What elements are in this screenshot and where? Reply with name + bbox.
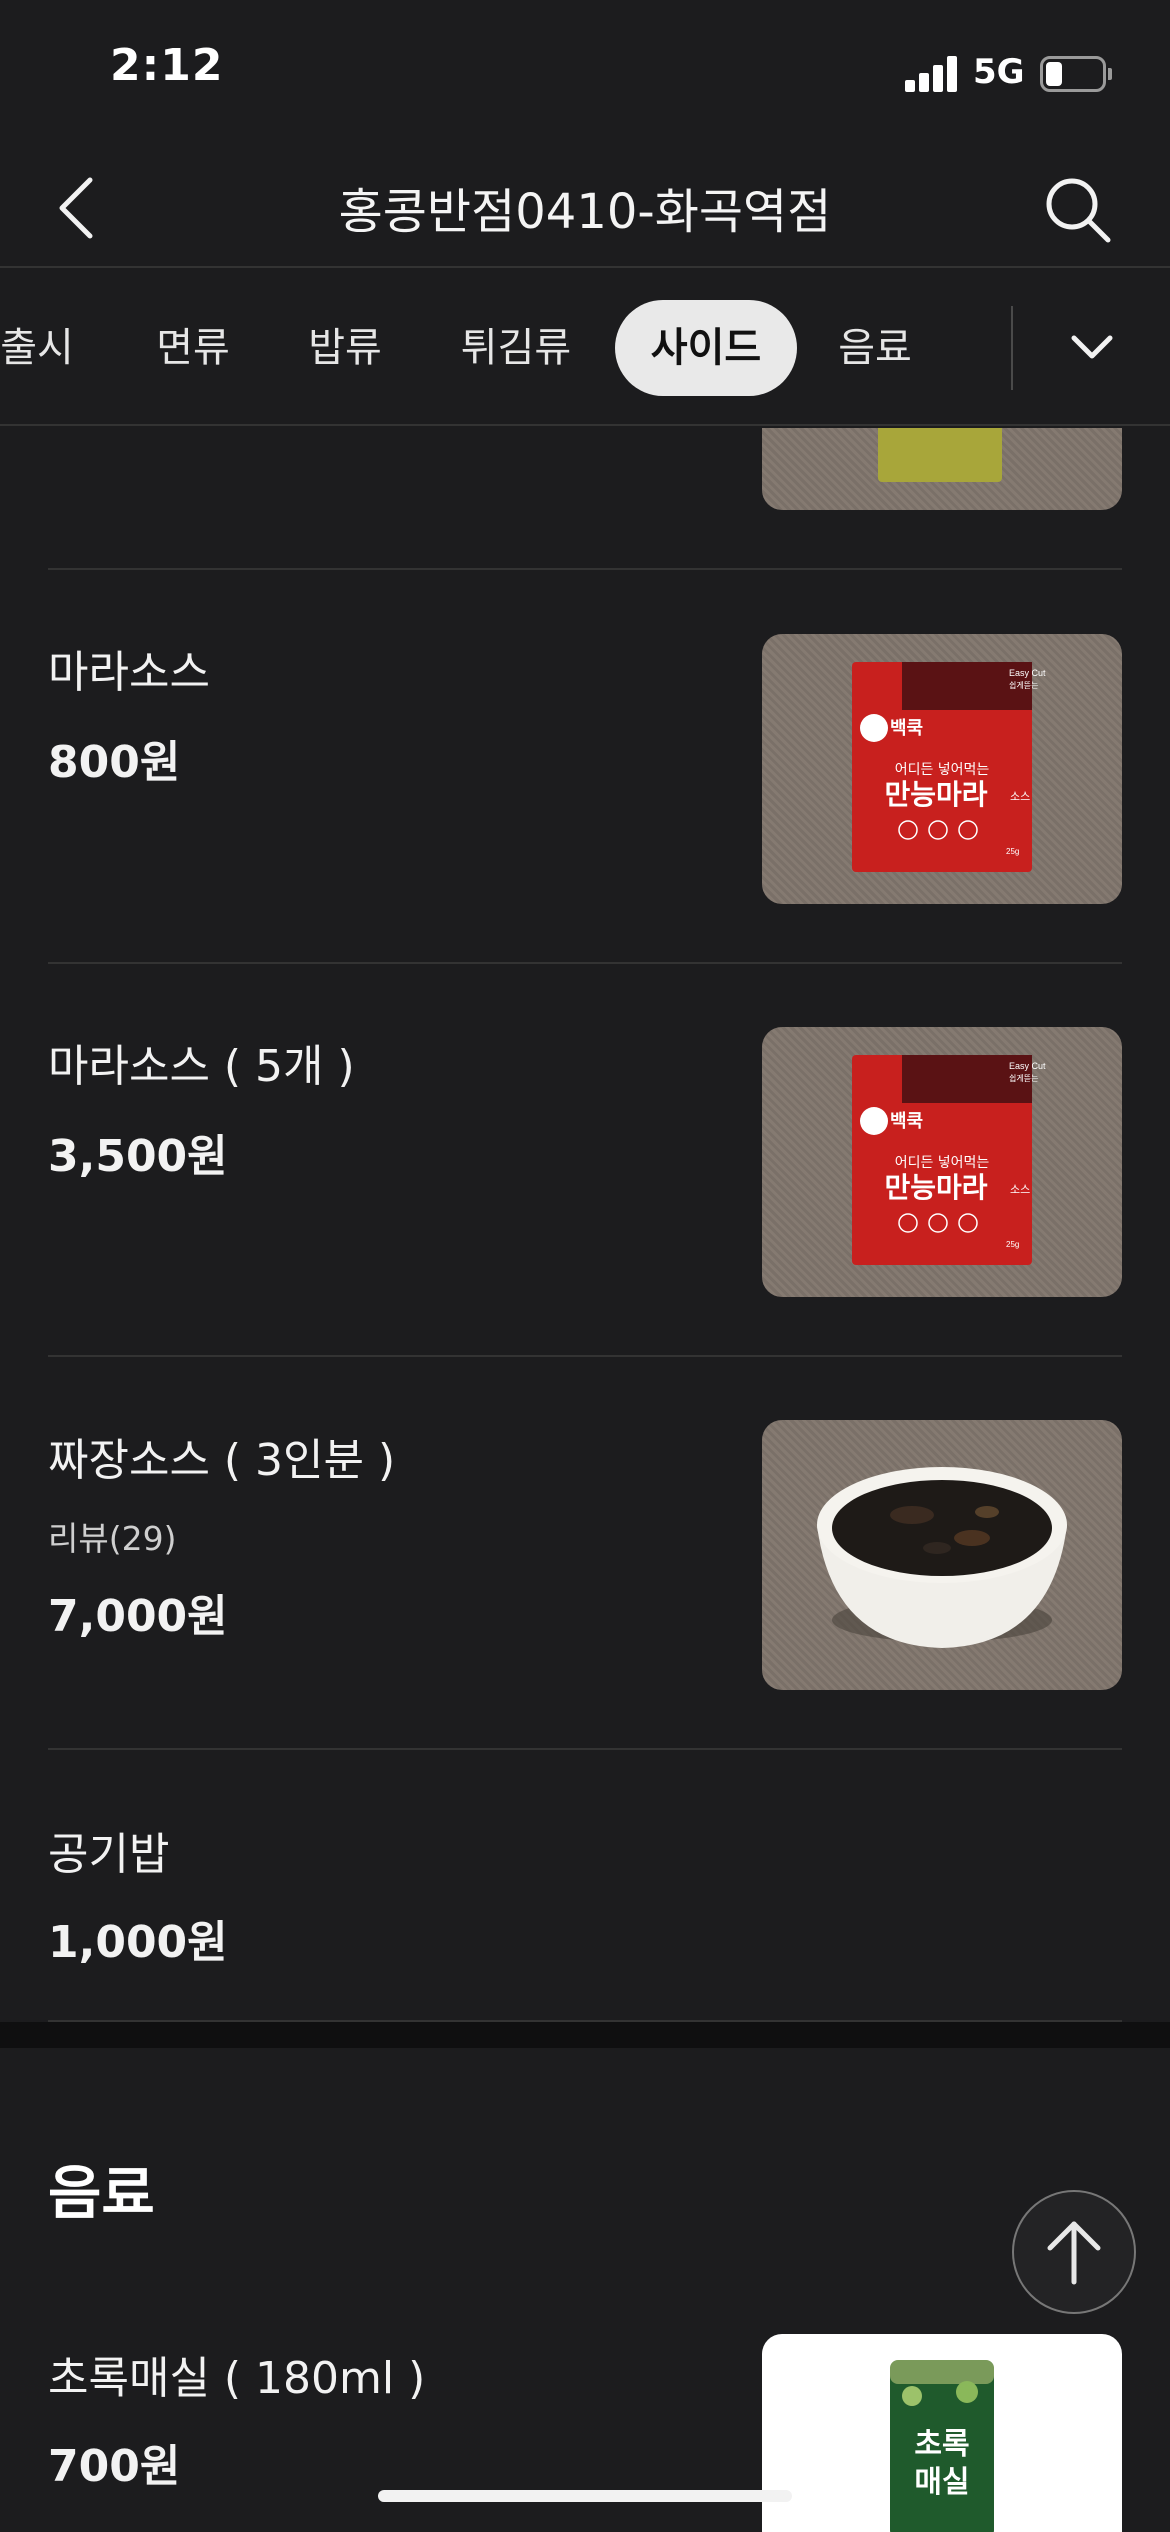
signal-icon xyxy=(905,56,959,92)
divider xyxy=(48,1748,1122,1750)
chevron-down-icon xyxy=(1071,335,1113,359)
nav-header: 홍콩반점0410-화곡역점 xyxy=(0,150,1170,268)
svg-text:백쿡: 백쿡 xyxy=(890,718,923,739)
status-bar: 2:12 5G xyxy=(0,0,1170,150)
svg-text:어디든 넣어먹는: 어디든 넣어먹는 xyxy=(895,1155,990,1171)
menu-item-name: 마라소스 ( 5개 ) xyxy=(48,1041,355,1092)
menu-item-price: 800원 xyxy=(48,737,181,788)
search-button[interactable] xyxy=(1040,172,1116,248)
svg-text:Easy Cut: Easy Cut xyxy=(1009,1061,1046,1071)
arrow-up-icon xyxy=(1047,2221,1101,2285)
svg-text:어디든 넣어먹는: 어디든 넣어먹는 xyxy=(895,762,990,778)
svg-text:쉽게뜯는: 쉽게뜯는 xyxy=(1009,1073,1038,1083)
tab-drinks[interactable]: 음료 xyxy=(820,300,930,396)
svg-text:만능마라: 만능마라 xyxy=(884,778,987,811)
mala-sauce-5pack-image: Easy Cut 쉽게뜯는 백쿡 어디든 넣어먹는 만능마라 소스 25g xyxy=(762,1027,1122,1297)
menu-item-price: 7,000원 xyxy=(48,1591,228,1642)
drink-can-illustration: 초록 매실 xyxy=(890,2360,994,2532)
tab-rice[interactable]: 밥류 xyxy=(290,300,400,396)
battery-icon xyxy=(1040,56,1112,92)
tab-expand-button[interactable] xyxy=(1050,310,1134,386)
jjajang-sauce-image xyxy=(762,1420,1122,1690)
jjajang-bowl-illustration xyxy=(817,1467,1067,1648)
home-indicator[interactable] xyxy=(378,2490,792,2502)
tab-new[interactable]: 출시 xyxy=(0,300,82,396)
menu-item-name: 초록매실 ( 180ml ) xyxy=(48,2353,426,2404)
svg-text:백쿡: 백쿡 xyxy=(890,1111,923,1132)
tab-noodles[interactable]: 면류 xyxy=(138,300,248,396)
mala-sauce-packet-illustration: Easy Cut 쉽게뜯는 백쿡 어디든 넣어먹는 만능마라 소스 25g xyxy=(852,1055,1046,1265)
svg-text:25g: 25g xyxy=(1006,1240,1019,1249)
svg-text:쉽게뜯는: 쉽게뜯는 xyxy=(1009,680,1038,690)
network-label: 5G xyxy=(973,52,1025,92)
green-plum-drink-image: 초록 매실 xyxy=(762,2334,1122,2532)
svg-text:초록: 초록 xyxy=(914,2427,969,2462)
back-button[interactable] xyxy=(40,170,116,246)
menu-item-review-count[interactable]: 리뷰(29) xyxy=(48,1512,176,1560)
tab-side[interactable]: 사이드 xyxy=(615,300,797,396)
svg-text:만능마라: 만능마라 xyxy=(884,1171,987,1204)
chevron-left-icon xyxy=(59,177,93,239)
category-tab-bar: 출시 면류 밥류 튀김류 사이드 음료 xyxy=(0,270,1170,426)
menu-item-price: 1,000원 xyxy=(48,1917,228,1968)
tab-fried[interactable]: 튀김류 xyxy=(446,300,586,396)
search-icon xyxy=(1046,178,1111,243)
status-time: 2:12 xyxy=(110,40,224,91)
menu-item-name: 짜장소스 ( 3인분 ) xyxy=(48,1435,396,1486)
scroll-to-top-button[interactable] xyxy=(1012,2190,1136,2314)
svg-text:25g: 25g xyxy=(1006,847,1019,856)
svg-text:매실: 매실 xyxy=(914,2465,969,2500)
svg-text:소스: 소스 xyxy=(1010,1183,1030,1196)
menu-page: 2:12 5G 홍콩반점0410-화곡역점 출시 면류 밥류 튀김류 사이드 음… xyxy=(0,0,1170,2532)
page-title: 홍콩반점0410-화곡역점 xyxy=(338,184,832,240)
mala-sauce-packet-illustration: Easy Cut 쉽게뜯는 백쿡 어디든 넣어먹는 만능마라 소스 25g xyxy=(852,662,1046,872)
menu-item-name: 마라소스 xyxy=(48,647,210,698)
menu-item-price: 700원 xyxy=(48,2441,181,2492)
mala-sauce-image: Easy Cut 쉽게뜯는 백쿡 어디든 넣어먹는 만능마라 소스 25g xyxy=(762,634,1122,904)
tab-divider xyxy=(1011,306,1013,390)
menu-item-image-partial[interactable] xyxy=(762,428,1122,510)
divider xyxy=(48,1355,1122,1357)
menu-item-price: 3,500원 xyxy=(48,1131,228,1182)
svg-text:Easy Cut: Easy Cut xyxy=(1009,668,1046,678)
section-title-drinks: 음료 xyxy=(48,2159,155,2227)
divider xyxy=(48,568,1122,570)
divider xyxy=(48,962,1122,964)
sauce-packet-partial xyxy=(878,428,1002,482)
svg-text:소스: 소스 xyxy=(1010,790,1030,803)
section-separator xyxy=(0,2022,1170,2048)
menu-item-name: 공기밥 xyxy=(48,1829,170,1880)
